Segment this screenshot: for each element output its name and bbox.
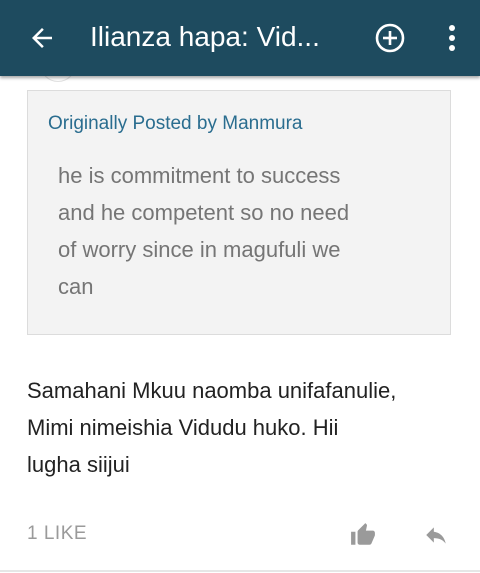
- thread-title: Ilianza hapa: Vid...: [90, 21, 320, 52]
- reply-button[interactable]: [418, 518, 454, 552]
- post-body-line: lugha siijui: [27, 452, 130, 477]
- thumbs-up-icon: [351, 523, 375, 545]
- post-body: Samahani Mkuu naomba unifafanulie, Mimi …: [27, 372, 457, 483]
- post-body-line: Samahani Mkuu naomba unifafanulie,: [27, 378, 397, 403]
- like-button[interactable]: [346, 518, 380, 552]
- quote-attribution[interactable]: Originally Posted by Manmura: [48, 113, 303, 135]
- add-circle-icon: [375, 23, 405, 53]
- quote-line: of worry since in magufuli we: [58, 237, 341, 262]
- quote-line: he is commitment to success: [58, 163, 341, 188]
- back-button[interactable]: [18, 14, 66, 62]
- overflow-menu-button[interactable]: [430, 14, 474, 62]
- quote-line: can: [58, 274, 94, 299]
- reply-icon: [426, 527, 446, 544]
- quote-text: he is commitment to success and he compe…: [58, 157, 418, 305]
- new-post-button[interactable]: [366, 14, 414, 62]
- more-vert-icon: [449, 25, 455, 51]
- post-body-line: Mimi nimeishia Vidudu huko. Hii: [27, 415, 339, 440]
- divider: [0, 570, 480, 572]
- like-count[interactable]: 1 LIKE: [27, 523, 87, 545]
- quote-line: and he competent so no need: [58, 200, 350, 225]
- quote-block: Originally Posted by Manmura he is commi…: [27, 90, 451, 335]
- post-content: Originally Posted by Manmura he is commi…: [0, 46, 480, 573]
- arrow-back-icon: [32, 28, 52, 48]
- app-bar: Ilianza hapa: Vid...: [0, 0, 480, 76]
